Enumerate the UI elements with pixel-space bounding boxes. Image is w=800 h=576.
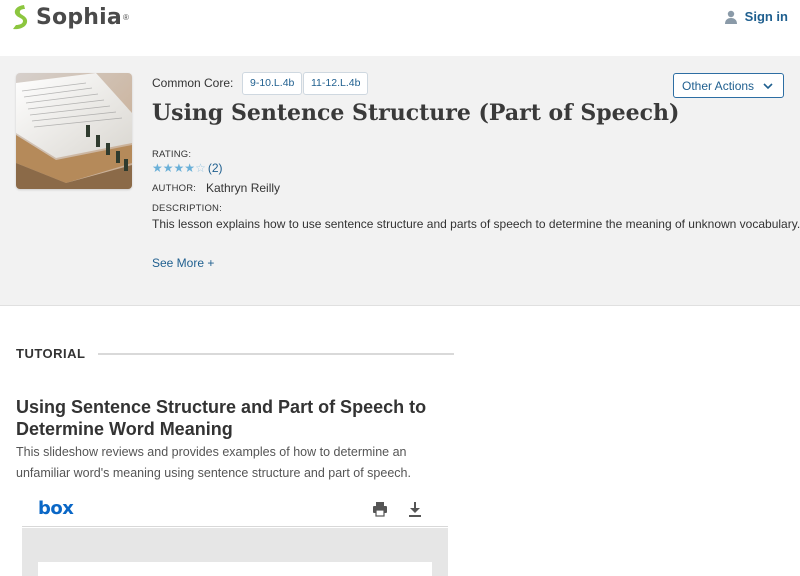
resource-info-band: Common Core: 9-10.L.4b 11-12.L.4b Using … xyxy=(0,56,800,306)
other-actions-dropdown[interactable]: Other Actions xyxy=(673,73,784,98)
star-filled-icon: ★ xyxy=(162,161,174,175)
download-icon[interactable] xyxy=(407,501,423,517)
description-label: DESCRIPTION: xyxy=(152,203,222,214)
author-label: AUTHOR: xyxy=(152,183,197,194)
rating-stars: ★ ★ ★ ★ ☆ (2) xyxy=(152,161,223,175)
document-page[interactable] xyxy=(38,562,432,576)
sophia-logo-icon xyxy=(13,5,28,30)
registered-mark: ® xyxy=(122,12,129,22)
viewer-body xyxy=(22,528,448,576)
chevron-down-icon xyxy=(763,83,773,90)
common-core-label: Common Core: xyxy=(152,76,234,90)
sign-in-link[interactable]: Sign in xyxy=(724,9,788,24)
see-more-link[interactable]: See More + xyxy=(152,256,214,270)
site-header: Sophia ® Sign in xyxy=(0,0,800,56)
print-icon[interactable] xyxy=(372,501,388,517)
box-logo[interactable]: box xyxy=(38,498,74,519)
book-image xyxy=(16,73,132,189)
sign-in-label: Sign in xyxy=(744,9,788,24)
other-actions-label: Other Actions xyxy=(682,78,755,93)
author-name: Kathryn Reilly xyxy=(206,181,281,195)
box-document-viewer: box xyxy=(22,492,448,576)
viewer-toolbar: box xyxy=(22,492,448,527)
sophia-logo-text: Sophia xyxy=(36,4,122,30)
standard-tag-9-10[interactable]: 9-10.L.4b xyxy=(242,72,303,95)
resource-description: This lesson explains how to use sentence… xyxy=(152,217,800,231)
rating-label: RATING: xyxy=(152,149,192,160)
user-icon xyxy=(724,10,737,24)
resource-thumbnail xyxy=(16,73,132,189)
star-empty-icon: ☆ xyxy=(195,161,206,175)
tutorial-title: Using Sentence Structure and Part of Spe… xyxy=(16,397,427,439)
standard-tag-11-12[interactable]: 11-12.L.4b xyxy=(303,72,369,95)
rating-count[interactable]: (2) xyxy=(208,161,223,175)
section-divider xyxy=(98,353,454,355)
star-filled-icon: ★ xyxy=(184,161,196,175)
star-filled-icon: ★ xyxy=(152,161,163,175)
tutorial-description: This slideshow reviews and provides exam… xyxy=(16,445,411,480)
resource-title: Using Sentence Structure (Part of Speech… xyxy=(152,100,680,126)
sophia-logo[interactable]: Sophia ® xyxy=(10,4,129,30)
tutorial-section-label: TUTORIAL xyxy=(16,346,86,361)
star-filled-icon: ★ xyxy=(173,161,185,175)
